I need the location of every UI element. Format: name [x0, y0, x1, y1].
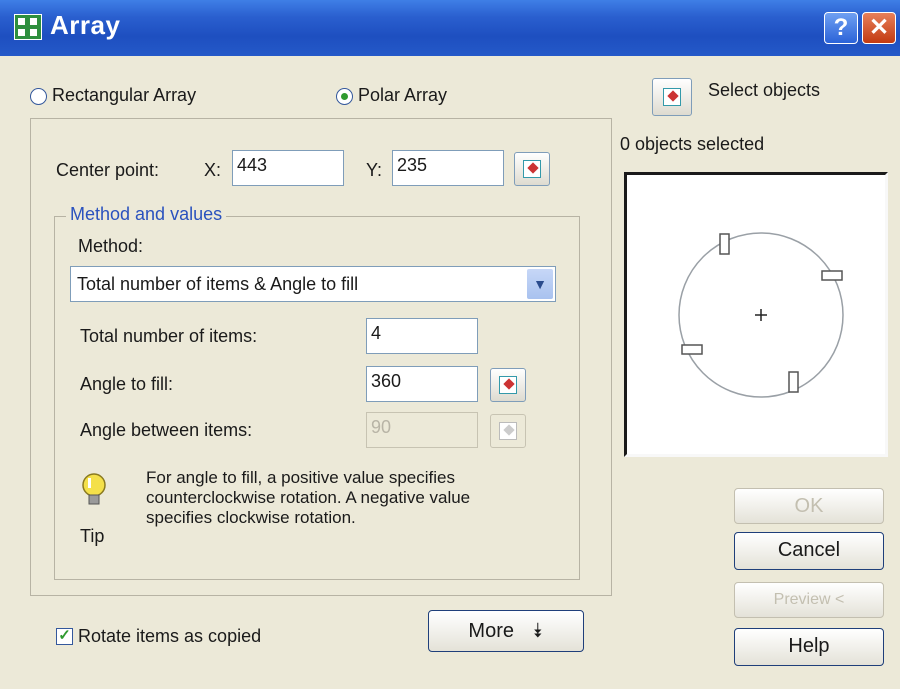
method-label: Method: [78, 236, 144, 256]
rectangular-array-radio[interactable] [30, 88, 47, 105]
angle-fill-label: Angle to fill: [80, 374, 174, 394]
tip-text: For angle to fill, a positive value spec… [146, 468, 471, 527]
select-objects-button[interactable] [652, 78, 692, 116]
more-button[interactable]: More ⯯ [428, 610, 584, 652]
rotate-items-label[interactable]: Rotate items as copied [78, 626, 261, 647]
ok-button[interactable]: OK [734, 488, 884, 524]
polar-array-label[interactable]: Polar Array [358, 85, 447, 106]
help-button[interactable]: Help [734, 628, 884, 666]
close-icon[interactable]: ✕ [862, 12, 896, 44]
polar-array-radio[interactable] [336, 88, 353, 105]
pick-point-icon [523, 160, 541, 178]
window-title: Array [50, 10, 121, 40]
x-label: X: [204, 160, 222, 180]
center-y-input[interactable]: 235 [392, 150, 504, 186]
select-objects-label: Select objects [708, 80, 821, 100]
angle-between-label: Angle between items: [80, 420, 253, 440]
pick-angle-fill-button[interactable] [490, 368, 526, 402]
array-app-icon [14, 14, 42, 40]
tip-lightbulb-icon [82, 473, 106, 505]
select-objects-icon [663, 88, 681, 106]
total-items-label: Total number of items: [80, 326, 258, 346]
radio-selected-dot [341, 93, 348, 100]
more-button-label: More [468, 620, 514, 642]
method-dropdown-value: Total number of items & Angle to fill [77, 274, 359, 294]
pick-center-point-button[interactable] [514, 152, 550, 186]
preview-button[interactable]: Preview < [734, 582, 884, 618]
preview-area [624, 172, 888, 457]
angle-fill-input[interactable]: 360 [366, 366, 478, 402]
help-icon[interactable]: ? [824, 12, 858, 44]
rotate-items-checkbox[interactable]: ✓ [56, 628, 73, 645]
dropdown-arrow-icon[interactable]: ▼ [527, 269, 553, 299]
angle-between-input[interactable]: 90 [366, 412, 478, 448]
method-dropdown[interactable]: Total number of items & Angle to fill ▼ [70, 266, 556, 302]
center-point-label: Center point: [56, 160, 160, 180]
y-label: Y: [366, 160, 383, 180]
center-x-input[interactable]: 443 [232, 150, 344, 186]
cancel-button[interactable]: Cancel [734, 532, 884, 570]
checkmark-icon: ✓ [58, 627, 71, 644]
title-bar[interactable]: Array ? ✕ [0, 0, 900, 56]
method-values-title: Method and values [66, 204, 227, 225]
pick-point-icon [499, 422, 517, 440]
tip-label: Tip [80, 526, 105, 546]
pick-point-icon [499, 376, 517, 394]
pick-angle-between-button[interactable] [490, 414, 526, 448]
total-items-input[interactable]: 4 [366, 318, 478, 354]
rectangular-array-label[interactable]: Rectangular Array [52, 85, 196, 106]
more-chevron-icon: ⯯ [531, 620, 544, 642]
selection-status: 0 objects selected [620, 134, 765, 154]
polar-array-preview [678, 232, 844, 398]
